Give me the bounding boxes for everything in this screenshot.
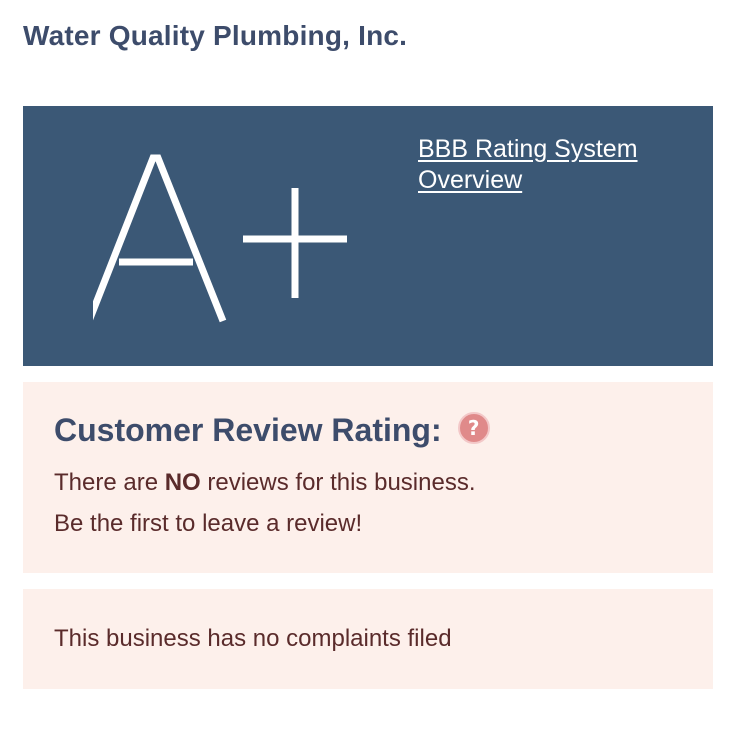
review-heading: Customer Review Rating: [54, 412, 442, 448]
review-heading-row: Customer Review Rating: ? [54, 411, 490, 449]
rating-system-overview-link[interactable]: BBB Rating System Overview [418, 134, 678, 196]
customer-review-panel: Customer Review Rating: ? There are NO r… [23, 382, 713, 573]
grade-glyph: A+ [93, 154, 347, 323]
complaints-text: This business has no complaints filed [54, 625, 452, 652]
no-reviews-emphasis: NO [164, 469, 201, 496]
no-reviews-prefix: There are [54, 469, 165, 496]
leave-review-prompt: Be the first to leave a review! [54, 510, 363, 537]
no-reviews-text: There are NO reviews for this business. [54, 469, 476, 497]
question-mark-icon[interactable]: ? [457, 411, 490, 444]
rating-panel: A+ BBB Rating System Overview [23, 106, 713, 366]
complaints-panel: This business has no complaints filed [23, 589, 713, 689]
business-name: Water Quality Plumbing, Inc. [23, 20, 408, 51]
rating-grade: A+ [93, 146, 393, 336]
no-reviews-suffix: reviews for this business. [200, 469, 476, 496]
